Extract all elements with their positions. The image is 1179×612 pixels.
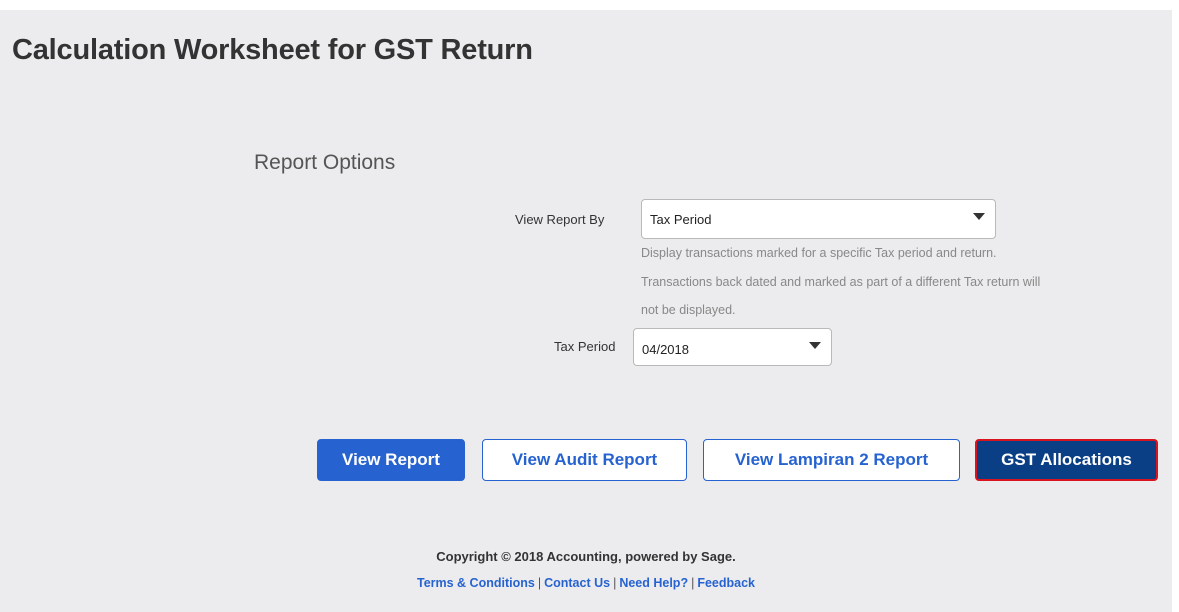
view-report-by-label: View Report By [515, 212, 605, 227]
footer-separator: | [691, 576, 695, 590]
chevron-down-icon [973, 213, 985, 220]
gst-allocations-button[interactable]: GST Allocations [975, 439, 1158, 481]
chevron-down-icon [809, 342, 821, 349]
tax-period-select[interactable]: 04/2018 [633, 328, 832, 366]
view-report-button[interactable]: View Report [317, 439, 465, 481]
terms-conditions-link[interactable]: Terms & Conditions [417, 576, 535, 590]
feedback-link[interactable]: Feedback [697, 576, 755, 590]
page-title: Calculation Worksheet for GST Return [12, 34, 533, 66]
view-audit-report-button[interactable]: View Audit Report [482, 439, 687, 481]
view-report-by-help-line-3: not be displayed. [641, 303, 736, 317]
footer-links: Terms & Conditions | Contact Us | Need Help?… [0, 576, 1172, 590]
view-report-by-select[interactable]: Tax Period [641, 199, 996, 239]
content-panel: Calculation Worksheet for GST Return Rep… [0, 10, 1172, 612]
view-lampiran-2-report-button[interactable]: View Lampiran 2 Report [703, 439, 960, 481]
footer-separator: | [537, 576, 542, 590]
footer-separator: | [613, 576, 617, 590]
view-report-by-help-line-1: Display transactions marked for a specif… [641, 246, 997, 260]
footer-copyright: Copyright © 2018 Accounting, powered by … [436, 549, 736, 564]
view-report-by-value: Tax Period [650, 212, 712, 227]
need-help-link[interactable]: Need Help? [619, 576, 688, 590]
tax-period-label: Tax Period [554, 339, 616, 354]
view-report-by-help-line-2: Transactions back dated and marked as pa… [641, 275, 1041, 289]
contact-us-link[interactable]: Contact Us [544, 576, 610, 590]
tax-period-value: 04/2018 [642, 342, 689, 357]
report-options-heading: Report Options [254, 151, 396, 174]
